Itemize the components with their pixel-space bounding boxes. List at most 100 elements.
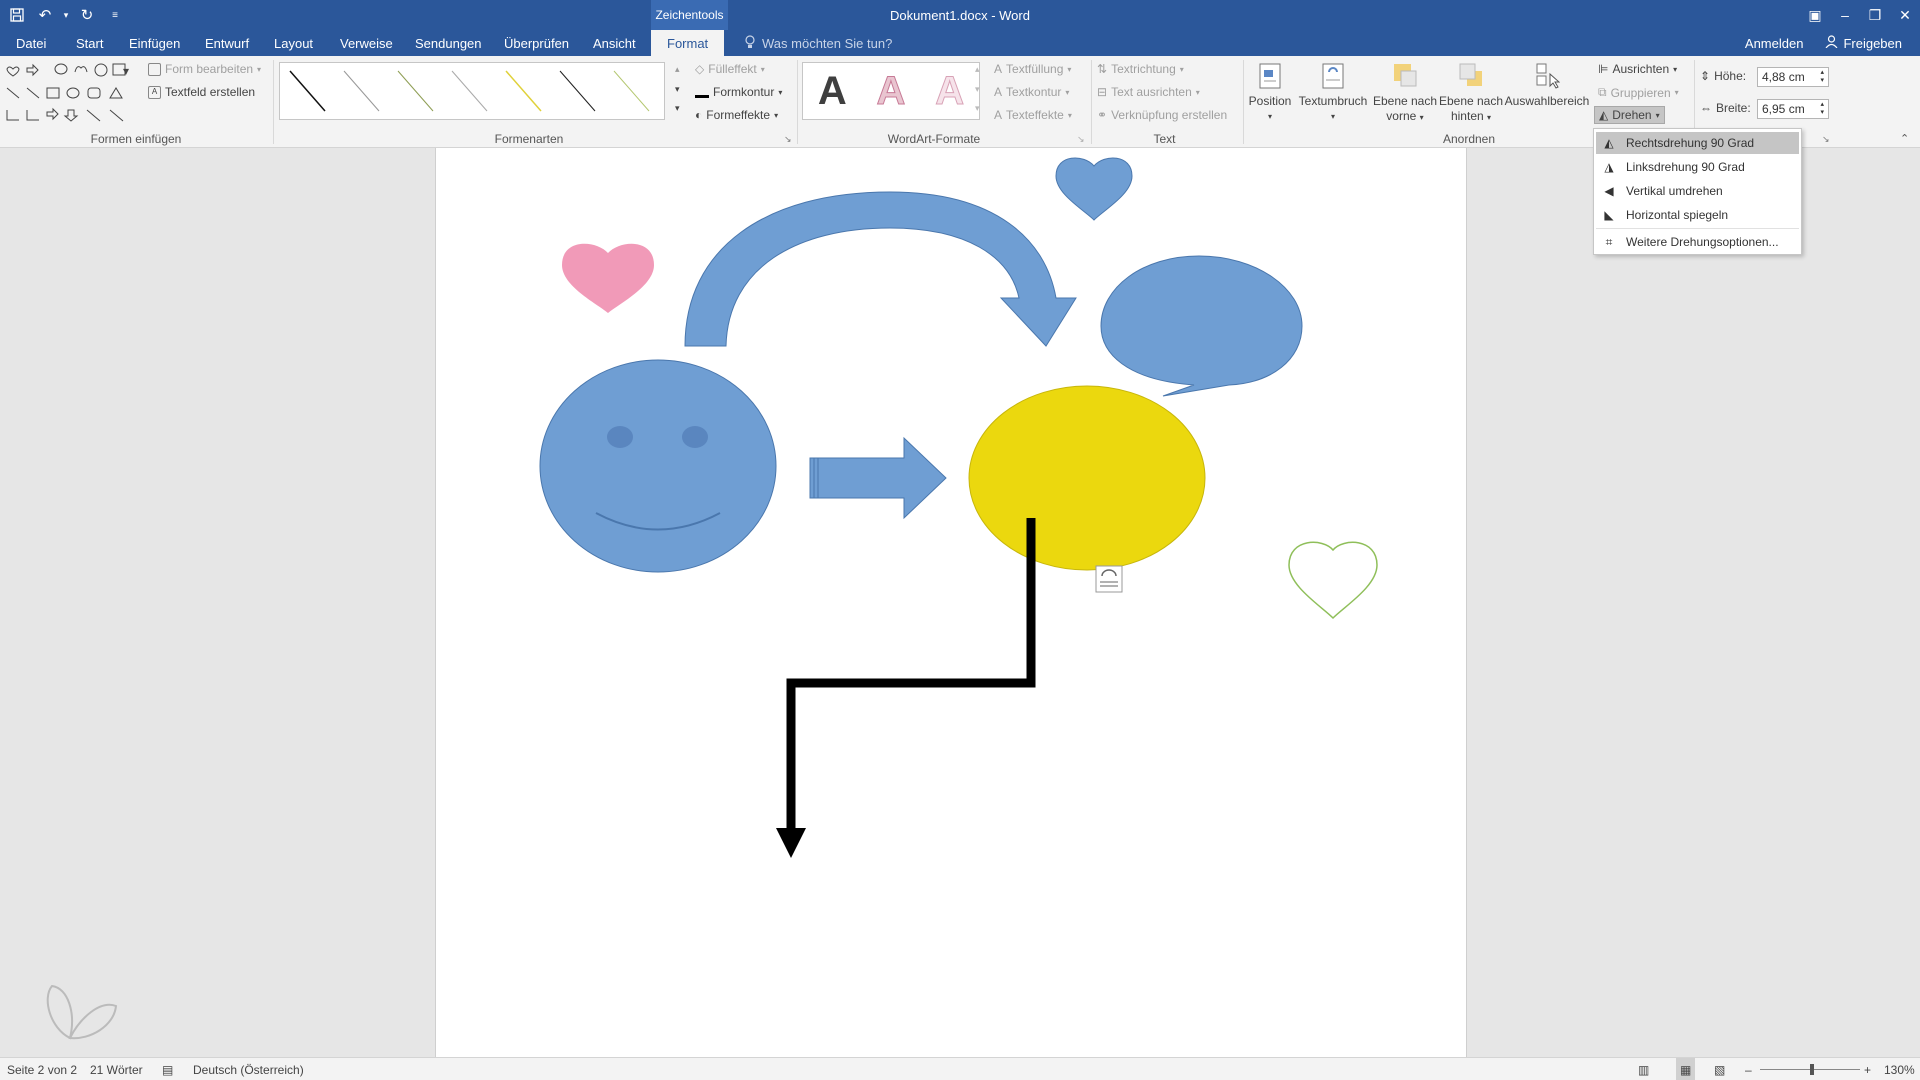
height-input[interactable]: 4,88 cm ▴ ▾: [1757, 67, 1829, 87]
styles-scroll-up-icon[interactable]: ▴: [675, 64, 680, 75]
position-button[interactable]: Position ▾: [1248, 62, 1292, 124]
outline-heart-shape: [1288, 541, 1378, 620]
ribbon-display-options-icon[interactable]: ▣: [1800, 0, 1830, 30]
wordart-more-icon[interactable]: ▾: [975, 103, 980, 114]
more-rotation-options-item[interactable]: ⌗ Weitere Drehungsoptionen...: [1596, 231, 1799, 253]
shape-styles-dialog-launcher-icon[interactable]: ↘: [784, 134, 792, 145]
create-link-button[interactable]: ⚭ Verknüpfung erstellen: [1097, 108, 1227, 122]
styles-scroll-down-icon[interactable]: ▾: [675, 84, 680, 95]
tab-layout[interactable]: Layout: [274, 30, 313, 56]
rotate-icon: ◭: [1599, 108, 1609, 122]
edit-shape-button[interactable]: Form bearbeiten ▾: [148, 62, 261, 76]
print-layout-icon[interactable]: ▦: [1676, 1058, 1696, 1080]
person-icon: [1825, 35, 1838, 51]
shape-fill-button[interactable]: ◇ Fülleffekt ▾: [695, 62, 765, 76]
height-stepper-icon[interactable]: ▴ ▾: [1820, 69, 1824, 85]
document-page[interactable]: [435, 148, 1467, 1057]
text-outline-button[interactable]: A Textkontur ▾: [994, 85, 1069, 99]
minimize-icon[interactable]: –: [1830, 0, 1860, 30]
group-label-shape-styles: Formenarten: [494, 132, 564, 146]
sign-in-link[interactable]: Anmelden: [1745, 36, 1804, 51]
save-icon[interactable]: [6, 4, 28, 26]
align-button[interactable]: ⊫ Ausrichten ▾: [1598, 62, 1677, 76]
zoom-out-icon[interactable]: –: [1745, 1058, 1752, 1080]
tab-verweise[interactable]: Verweise: [340, 30, 393, 56]
styles-more-icon[interactable]: ▾: [675, 103, 680, 114]
textbox-button[interactable]: A Textfeld erstellen: [148, 85, 255, 99]
shapes-gallery[interactable]: [5, 62, 135, 124]
selection-pane-button[interactable]: Auswahlbereich: [1504, 62, 1590, 109]
group-button[interactable]: ⧉ Gruppieren ▾: [1598, 85, 1679, 100]
flip-vertical-item[interactable]: ◀ Vertikal umdrehen: [1596, 180, 1799, 202]
tab-datei[interactable]: Datei: [16, 30, 46, 56]
align-text-button[interactable]: ⊟ Text ausrichten ▾: [1097, 85, 1200, 99]
shape-outline-button[interactable]: Formkontur ▾: [695, 85, 782, 99]
text-direction-button[interactable]: ⇅ Textrichtung ▾: [1097, 62, 1184, 76]
collapse-ribbon-icon[interactable]: ⌃: [1900, 132, 1909, 145]
wordart-scroll-down-icon[interactable]: ▾: [975, 84, 980, 95]
undo-icon[interactable]: ↶: [34, 4, 56, 26]
more-rotation-options-label: Weitere Drehungsoptionen...: [1626, 235, 1779, 249]
read-mode-icon[interactable]: ▥: [1638, 1058, 1649, 1080]
text-fill-label: Textfüllung: [1006, 62, 1064, 76]
zoom-slider-thumb[interactable]: [1810, 1064, 1814, 1075]
group-label-insert-shapes: Formen einfügen: [90, 132, 182, 146]
zoom-level[interactable]: 130%: [1884, 1058, 1915, 1080]
text-effects-label: Texteffekte: [1006, 108, 1064, 122]
selection-pane-icon: [1536, 63, 1560, 89]
wordart-style-1[interactable]: A: [818, 69, 847, 114]
width-input[interactable]: 6,95 cm ▴ ▾: [1757, 99, 1829, 119]
close-icon[interactable]: ✕: [1890, 0, 1920, 30]
bring-forward-label-2: vorne: [1386, 109, 1417, 123]
bring-forward-button[interactable]: Ebene nach vorne ▾: [1372, 62, 1438, 125]
redo-icon[interactable]: ↻: [76, 4, 98, 26]
proofing-icon[interactable]: ▤: [162, 1058, 173, 1080]
customize-qat-icon[interactable]: ≡: [104, 4, 126, 26]
window-controls: ▣ – ❐ ✕: [1800, 0, 1920, 30]
undo-dropdown-icon[interactable]: ▾: [62, 4, 70, 26]
text-fill-button[interactable]: A Textfüllung ▾: [994, 62, 1071, 76]
wordart-scroll-up-icon[interactable]: ▴: [975, 64, 980, 75]
shape-styles-gallery[interactable]: [279, 62, 665, 120]
tab-einfuegen[interactable]: Einfügen: [129, 30, 180, 56]
selection-pane-label: Auswahlbereich: [1504, 94, 1590, 108]
flip-horizontal-item[interactable]: ◣ Horizontal spiegeln: [1596, 204, 1799, 226]
text-effects-button[interactable]: A Texteffekte ▾: [994, 108, 1072, 122]
shapes-gallery-scroll-icon[interactable]: ▾: [123, 64, 131, 78]
tab-ansicht[interactable]: Ansicht: [593, 30, 636, 56]
rotate-left-90-item[interactable]: ◮ Linksdrehung 90 Grad: [1596, 156, 1799, 178]
wordart-style-3[interactable]: A: [935, 68, 965, 114]
tab-sendungen[interactable]: Sendungen: [415, 30, 482, 56]
text-outline-label: Textkontur: [1006, 85, 1062, 99]
bring-forward-icon: [1394, 64, 1417, 87]
restore-icon[interactable]: ❐: [1860, 0, 1890, 30]
page-count[interactable]: Seite 2 von 2: [7, 1058, 77, 1080]
send-backward-button[interactable]: Ebene nach hinten ▾: [1438, 62, 1504, 125]
zoom-in-icon[interactable]: +: [1864, 1058, 1871, 1080]
layout-options-icon: [1095, 565, 1123, 593]
tab-format[interactable]: Format: [651, 30, 725, 56]
tab-entwurf[interactable]: Entwurf: [205, 30, 249, 56]
rotate-right-icon: ◭: [1604, 136, 1614, 150]
rotate-right-90-label: Rechtsdrehung 90 Grad: [1626, 136, 1755, 150]
tab-ueberpruefen[interactable]: Überprüfen: [504, 30, 569, 56]
language-indicator[interactable]: Deutsch (Österreich): [193, 1058, 304, 1080]
tab-start[interactable]: Start: [76, 30, 103, 56]
tell-me-search[interactable]: Was möchten Sie tun?: [744, 30, 892, 56]
shape-effects-icon: ◐: [695, 108, 703, 122]
wrap-text-button[interactable]: Textumbruch ▾: [1296, 62, 1370, 124]
wordart-dialog-launcher-icon[interactable]: ↘: [1077, 134, 1085, 145]
word-count[interactable]: 21 Wörter: [90, 1058, 143, 1080]
wordart-style-2[interactable]: A: [876, 68, 906, 114]
zoom-slider[interactable]: [1760, 1058, 1860, 1080]
rotate-right-90-item[interactable]: ◭ Rechtsdrehung 90 Grad: [1596, 132, 1799, 154]
text-outline-icon: A: [994, 85, 1003, 99]
share-button[interactable]: Freigeben: [1825, 35, 1902, 51]
wordart-gallery[interactable]: A A A: [802, 62, 980, 120]
width-stepper-icon[interactable]: ▴ ▾: [1820, 101, 1824, 117]
shape-effects-button[interactable]: ◐ Formeffekte ▾: [695, 108, 778, 122]
smiley-face-shape: [539, 359, 777, 573]
rotate-button[interactable]: ◭ Drehen ▾: [1594, 106, 1665, 124]
web-layout-icon[interactable]: ▧: [1714, 1058, 1725, 1080]
size-dialog-launcher-icon[interactable]: ↘: [1822, 134, 1830, 145]
